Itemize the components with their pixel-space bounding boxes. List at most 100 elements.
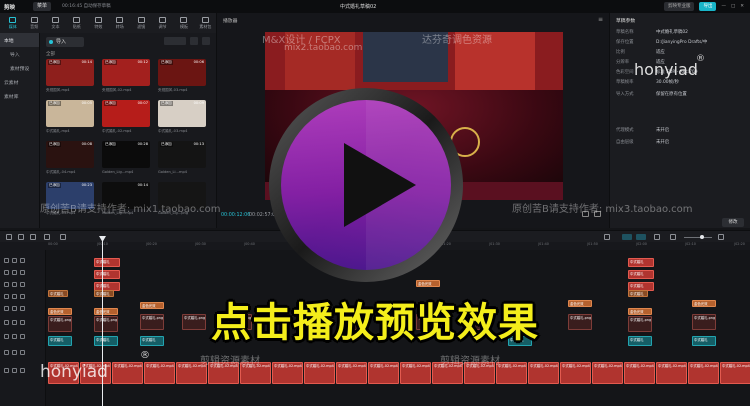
sticker-icon — [73, 16, 81, 23]
ruler-tick: |01:50 — [587, 242, 598, 246]
filter-icon[interactable] — [190, 37, 198, 45]
mute-icon[interactable] — [20, 368, 25, 373]
media-filename: 中式婚礼.mp4 — [46, 129, 70, 133]
media-thumbnail[interactable]: 已添加 00:09 — [158, 100, 206, 127]
eye-icon[interactable] — [12, 270, 17, 275]
tab-label: 素材包 — [199, 23, 212, 29]
timeline-clip[interactable]: 中式婚礼 — [628, 270, 654, 279]
transition-icon — [116, 16, 124, 23]
play-video-icon[interactable] — [266, 85, 466, 285]
select-tool-icon[interactable] — [6, 234, 12, 240]
watermark-mid-right: 原创苦B请支持作者: mix3.taobao.com — [512, 204, 693, 215]
timeline-clip[interactable]: 中式婚礼-02.mp4 — [560, 362, 591, 384]
template-icon — [180, 16, 188, 23]
record-icon[interactable] — [604, 234, 610, 240]
pro-badge-button[interactable]: 剪映专业版 — [663, 2, 695, 11]
timeline-clip[interactable]: 中式婚礼-02.mp4 — [368, 362, 399, 384]
tab-effect[interactable]: 特效 — [88, 16, 109, 30]
timeline-clip[interactable]: 中式婚礼-02.mp4 — [144, 362, 175, 384]
lock-icon[interactable] — [4, 270, 9, 275]
media-duration: 00:14 — [137, 183, 148, 187]
tab-text[interactable]: 文本 — [45, 16, 66, 30]
zoom-slider-knob[interactable] — [700, 235, 704, 239]
eye-icon[interactable] — [12, 282, 17, 287]
view-grid-icon[interactable] — [202, 37, 210, 45]
watermark-mid-left: 原创苦B请支持作者: mix1.taobao.com — [40, 204, 221, 215]
auto-snap-toggle[interactable] — [622, 234, 632, 240]
timeline-clip[interactable]: 中式婚礼-02.mp4 — [592, 362, 623, 384]
preview-axis-icon[interactable] — [654, 234, 660, 240]
timeline-clip[interactable]: 中式婚礼 — [628, 258, 654, 267]
timeline-clip[interactable]: 中式婚礼-02.mp4 — [496, 362, 527, 384]
zoom-in-icon[interactable] — [718, 234, 724, 240]
export-button[interactable]: 导出 — [699, 2, 717, 11]
delete-icon[interactable] — [60, 234, 66, 240]
maximize-icon[interactable]: □ — [731, 4, 735, 9]
sidenav-item[interactable]: 本地 — [0, 33, 39, 47]
split-icon[interactable] — [44, 234, 50, 240]
tab-transition[interactable]: 转场 — [109, 16, 130, 30]
title-bar-actions: 剪映专业版 导出 — □ ✕ — [663, 2, 744, 11]
player-menu-icon[interactable]: ≡ — [598, 16, 603, 23]
tab-media[interactable]: 媒体 — [2, 16, 23, 30]
sidenav-item[interactable]: 导入 — [0, 47, 39, 61]
undo-icon[interactable] — [18, 234, 24, 240]
timeline-clip[interactable]: 中式婚礼-02.mp4 — [272, 362, 303, 384]
mute-icon[interactable] — [20, 270, 25, 275]
eye-icon[interactable] — [12, 258, 17, 263]
timeline-clip[interactable]: 中式婚礼-02.mp4 — [656, 362, 687, 384]
timeline-clip[interactable]: 中式婚礼-02.mp4 — [112, 362, 143, 384]
timeline-clip[interactable]: 中式婚礼-02.mp4 — [400, 362, 431, 384]
timeline-clip[interactable]: 中式婚礼-02.mp4 — [336, 362, 367, 384]
media-filename: 中式婚礼-02.mp4 — [102, 129, 132, 133]
modify-button[interactable]: 修改 — [722, 218, 744, 227]
eye-icon[interactable] — [12, 350, 17, 355]
tab-template[interactable]: 模板 — [173, 16, 194, 30]
lock-icon[interactable] — [4, 282, 9, 287]
zoom-slider[interactable] — [684, 237, 712, 238]
mute-icon[interactable] — [20, 350, 25, 355]
menu-button[interactable]: 菜单 — [33, 2, 52, 11]
tab-package[interactable]: 素材包 — [195, 16, 216, 30]
timeline-clip[interactable]: 中式婚礼-02.mp4 — [720, 362, 750, 384]
linkage-toggle[interactable] — [636, 234, 646, 240]
track-header — [4, 282, 25, 287]
timeline-clip[interactable]: 中式婚礼-02.mp4 — [304, 362, 335, 384]
media-thumbnail[interactable]: 已添加 00:07 — [102, 100, 150, 127]
mute-icon[interactable] — [20, 282, 25, 287]
eye-icon[interactable] — [12, 368, 17, 373]
timeline-clip[interactable]: 中式婚礼 — [94, 270, 120, 279]
sidenav-item[interactable]: 素材库 — [0, 89, 39, 103]
media-thumbnail[interactable]: 已添加 00:06 — [158, 59, 206, 86]
promo-caption: 点击播放预览效果 — [211, 300, 539, 346]
mute-icon[interactable] — [20, 258, 25, 263]
sidenav-item[interactable]: 素材预设 — [0, 61, 39, 75]
timeline-clip[interactable]: 中式婚礼-02.mp4 — [688, 362, 719, 384]
media-thumbnail[interactable]: 已添加 00:12 — [102, 59, 150, 86]
detail-value: D:/JianyingPro Drafts/中 — [656, 40, 708, 45]
timeline-clip[interactable]: 中式婚礼-02.mp4 — [528, 362, 559, 384]
timeline-clip[interactable]: 中式婚礼 — [94, 258, 120, 267]
close-icon[interactable]: ✕ — [740, 4, 744, 9]
media-thumbnail[interactable]: 已添加 00:28 — [102, 141, 150, 168]
import-button[interactable]: 导入 — [46, 37, 84, 47]
tab-adjust[interactable]: 调节 — [152, 16, 173, 30]
minimize-icon[interactable]: — — [721, 4, 726, 9]
tab-audio[interactable]: 音频 — [23, 16, 44, 30]
timeline-clip[interactable]: 中式婚礼-02.mp4 — [624, 362, 655, 384]
lock-icon[interactable] — [4, 350, 9, 355]
media-thumbnail[interactable]: 已添加 00:05 — [46, 100, 94, 127]
tab-filter[interactable]: 滤镜 — [130, 16, 151, 30]
ruler-tick: |02:10 — [685, 242, 696, 246]
media-thumbnail[interactable]: 已添加 00:08 — [46, 141, 94, 168]
media-filter-all[interactable]: 全部 — [46, 51, 55, 57]
media-thumbnail[interactable]: 已添加 00:14 — [46, 59, 94, 86]
zoom-out-icon[interactable] — [670, 234, 676, 240]
media-thumbnail[interactable]: 已添加 00:13 — [158, 141, 206, 168]
redo-icon[interactable] — [30, 234, 36, 240]
sidenav-item[interactable]: 云素材 — [0, 75, 39, 89]
sort-icon[interactable] — [164, 37, 186, 45]
lock-icon[interactable] — [4, 258, 9, 263]
lock-icon[interactable] — [4, 368, 9, 373]
tab-sticker[interactable]: 贴纸 — [66, 16, 87, 30]
